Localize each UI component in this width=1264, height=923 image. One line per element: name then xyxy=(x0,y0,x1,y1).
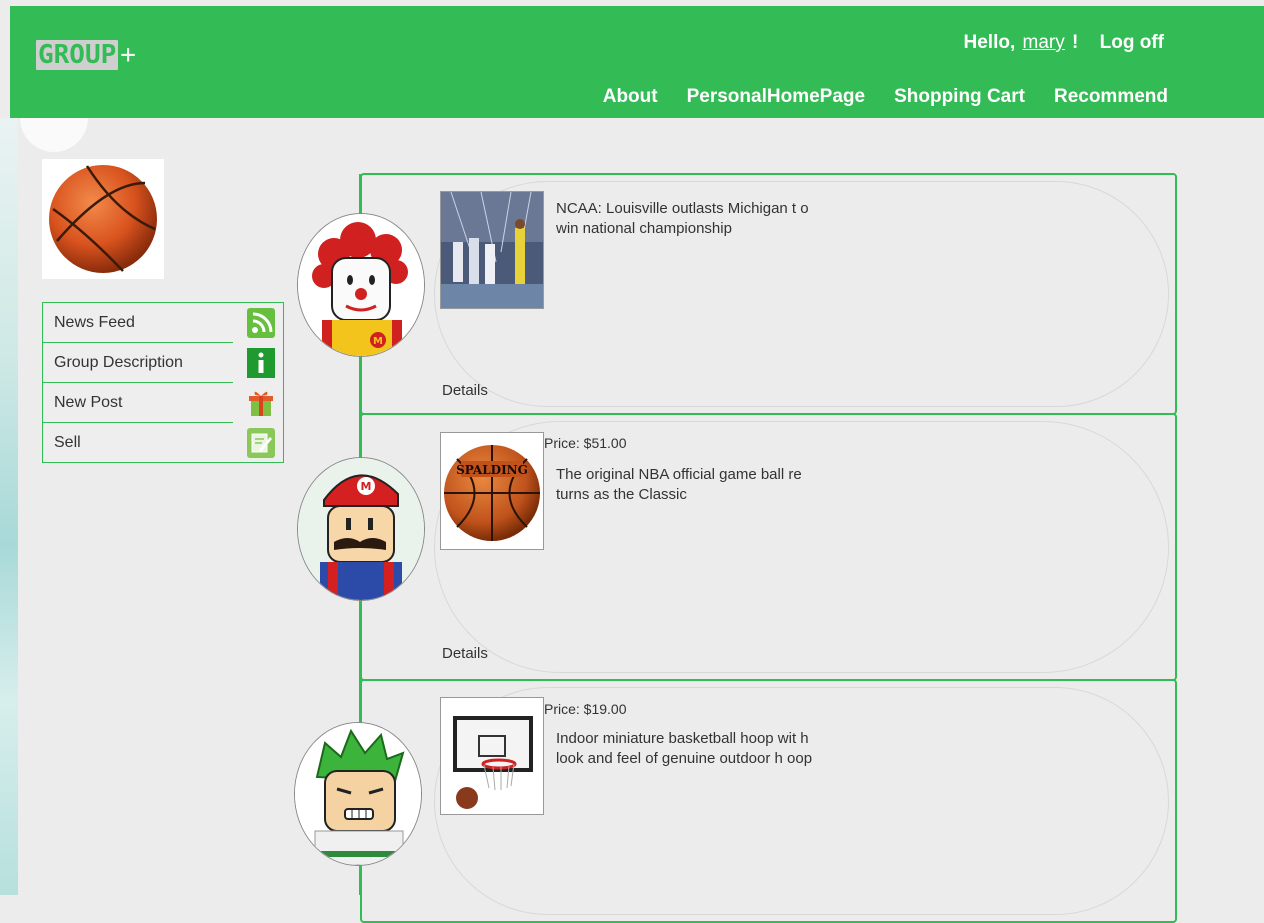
basketball-game-photo xyxy=(441,192,543,308)
svg-text:SPALDING: SPALDING xyxy=(456,463,528,477)
group-image xyxy=(42,159,164,279)
nav-about[interactable]: About xyxy=(603,86,658,108)
header-notch-decoration xyxy=(20,118,88,152)
menu-item-label: Group Description xyxy=(54,354,183,371)
green-hair-avatar xyxy=(295,723,421,865)
menu-item-news-feed[interactable]: News Feed xyxy=(43,303,275,343)
logo-plus: + xyxy=(120,40,136,70)
post-thumbnail[interactable] xyxy=(440,191,544,309)
svg-text:M: M xyxy=(361,480,372,493)
menu-item-label: New Post xyxy=(54,394,123,411)
menu-item-label: News Feed xyxy=(54,314,135,331)
mini-hoop-photo xyxy=(441,698,543,814)
post-text: Indoor miniature basketball hoop wit h l… xyxy=(556,730,813,767)
feed-post: NCAA: Louisville outlasts Michigan t o w… xyxy=(360,173,1177,415)
nav-personal-homepage[interactable]: PersonalHomePage xyxy=(687,86,865,108)
nav-shopping-cart[interactable]: Shopping Cart xyxy=(894,86,1025,108)
post-price: Price: $19.00 xyxy=(544,701,627,717)
user-greeting: Hello, mary ! Log off xyxy=(964,32,1165,54)
post-text: NCAA: Louisville outlasts Michigan t o w… xyxy=(556,200,809,237)
details-link[interactable]: Details xyxy=(442,382,488,399)
rss-icon xyxy=(247,308,275,338)
svg-text:M: M xyxy=(373,336,383,347)
top-header: GROUP + Hello, mary ! Log off About Perso… xyxy=(10,6,1264,118)
spalding-ball-photo: SPALDING xyxy=(441,433,543,549)
avatar[interactable]: M xyxy=(297,213,425,357)
logo-text: GROUP xyxy=(36,40,119,70)
avatar[interactable] xyxy=(294,722,422,866)
menu-item-group-description[interactable]: Group Description xyxy=(43,343,275,383)
username-link[interactable]: mary xyxy=(1023,32,1065,53)
edit-icon xyxy=(247,428,275,458)
details-link[interactable]: Details xyxy=(442,645,488,662)
post-thumbnail[interactable]: SPALDING xyxy=(440,432,544,550)
greeting-prefix: Hello, xyxy=(963,32,1016,53)
site-logo[interactable]: GROUP + xyxy=(36,40,136,70)
feed-post: SPALDING Price: $51.00 The original NBA … xyxy=(360,413,1177,681)
clown-avatar: M xyxy=(298,214,424,356)
post-inner-frame xyxy=(434,421,1169,673)
post-text: The original NBA official game ball re t… xyxy=(556,466,802,503)
group-menu: News Feed Group Description New Post Sel… xyxy=(42,302,284,463)
main-nav: About PersonalHomePage Shopping Cart Rec… xyxy=(603,86,1168,108)
nav-recommend[interactable]: Recommend xyxy=(1054,86,1168,108)
greeting-suffix: ! xyxy=(1072,32,1079,53)
mario-avatar: M xyxy=(298,458,424,600)
logoff-link[interactable]: Log off xyxy=(1100,32,1164,53)
post-price: Price: $51.00 xyxy=(544,435,627,451)
feed-post: Price: $19.00 Indoor miniature basketbal… xyxy=(360,679,1177,923)
basketball-icon xyxy=(49,165,157,273)
gift-icon xyxy=(247,388,275,418)
post-thumbnail[interactable] xyxy=(440,697,544,815)
left-edge-decoration xyxy=(0,118,18,895)
info-icon xyxy=(247,348,275,378)
menu-item-sell[interactable]: Sell xyxy=(43,423,275,462)
menu-item-label: Sell xyxy=(54,434,81,451)
avatar[interactable]: M xyxy=(297,457,425,601)
menu-item-new-post[interactable]: New Post xyxy=(43,383,273,423)
post-inner-frame xyxy=(434,687,1169,915)
